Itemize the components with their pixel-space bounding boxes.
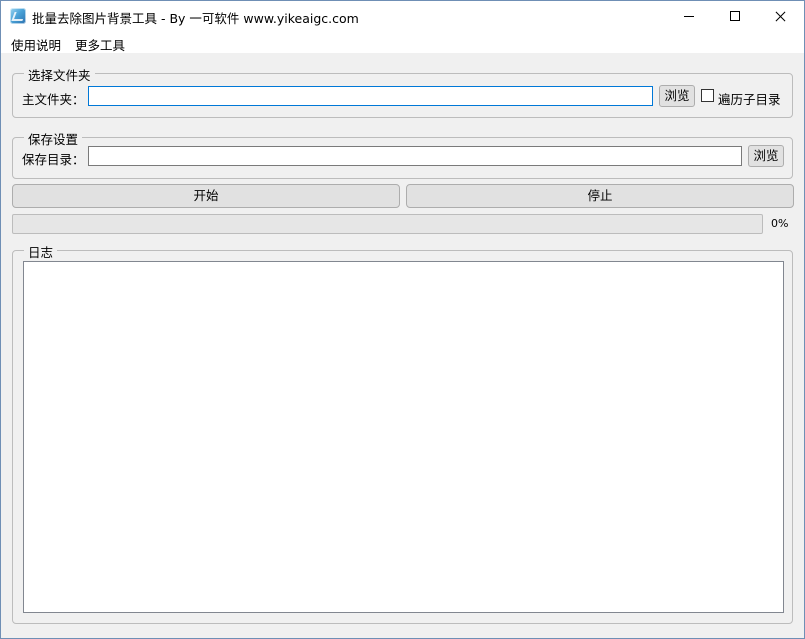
start-button[interactable]: 开始: [12, 184, 400, 208]
menu-item-help[interactable]: 使用说明: [11, 35, 61, 54]
title-bar[interactable]: 批量去除图片背景工具 - By 一可软件 www.yikeaigc.com: [1, 1, 804, 32]
minimize-icon: [684, 16, 694, 17]
window-title: 批量去除图片背景工具 - By 一可软件 www.yikeaigc.com: [32, 11, 359, 26]
save-dir-label: 保存目录：: [22, 152, 85, 167]
log-group: 日志: [12, 242, 793, 624]
app-window: 批量去除图片背景工具 - By 一可软件 www.yikeaigc.com 使用…: [0, 0, 805, 639]
main-folder-label: 主文件夹：: [22, 92, 85, 107]
log-textarea[interactable]: [23, 261, 784, 613]
progress-percent: 0%: [771, 217, 789, 230]
maximize-button[interactable]: [712, 1, 758, 32]
save-settings-group-title: 保存设置: [24, 129, 83, 148]
app-icon: [10, 8, 26, 24]
main-folder-browse-button[interactable]: 浏览: [659, 85, 695, 107]
save-dir-browse-button[interactable]: 浏览: [748, 145, 784, 167]
main-folder-input[interactable]: [88, 86, 653, 106]
log-group-title: 日志: [24, 242, 58, 261]
maximize-icon: [730, 11, 740, 21]
minimize-button[interactable]: [666, 1, 712, 32]
save-dir-input[interactable]: [88, 146, 742, 166]
menu-item-more-tools[interactable]: 更多工具: [75, 35, 125, 54]
menu-bar: 使用说明 更多工具: [1, 32, 804, 53]
close-button[interactable]: [758, 1, 804, 32]
progress-bar: [12, 214, 763, 234]
select-folder-group-title: 选择文件夹: [24, 65, 95, 84]
recursive-label[interactable]: 遍历子目录: [718, 89, 781, 108]
recursive-checkbox[interactable]: [701, 89, 714, 102]
stop-button[interactable]: 停止: [406, 184, 794, 208]
